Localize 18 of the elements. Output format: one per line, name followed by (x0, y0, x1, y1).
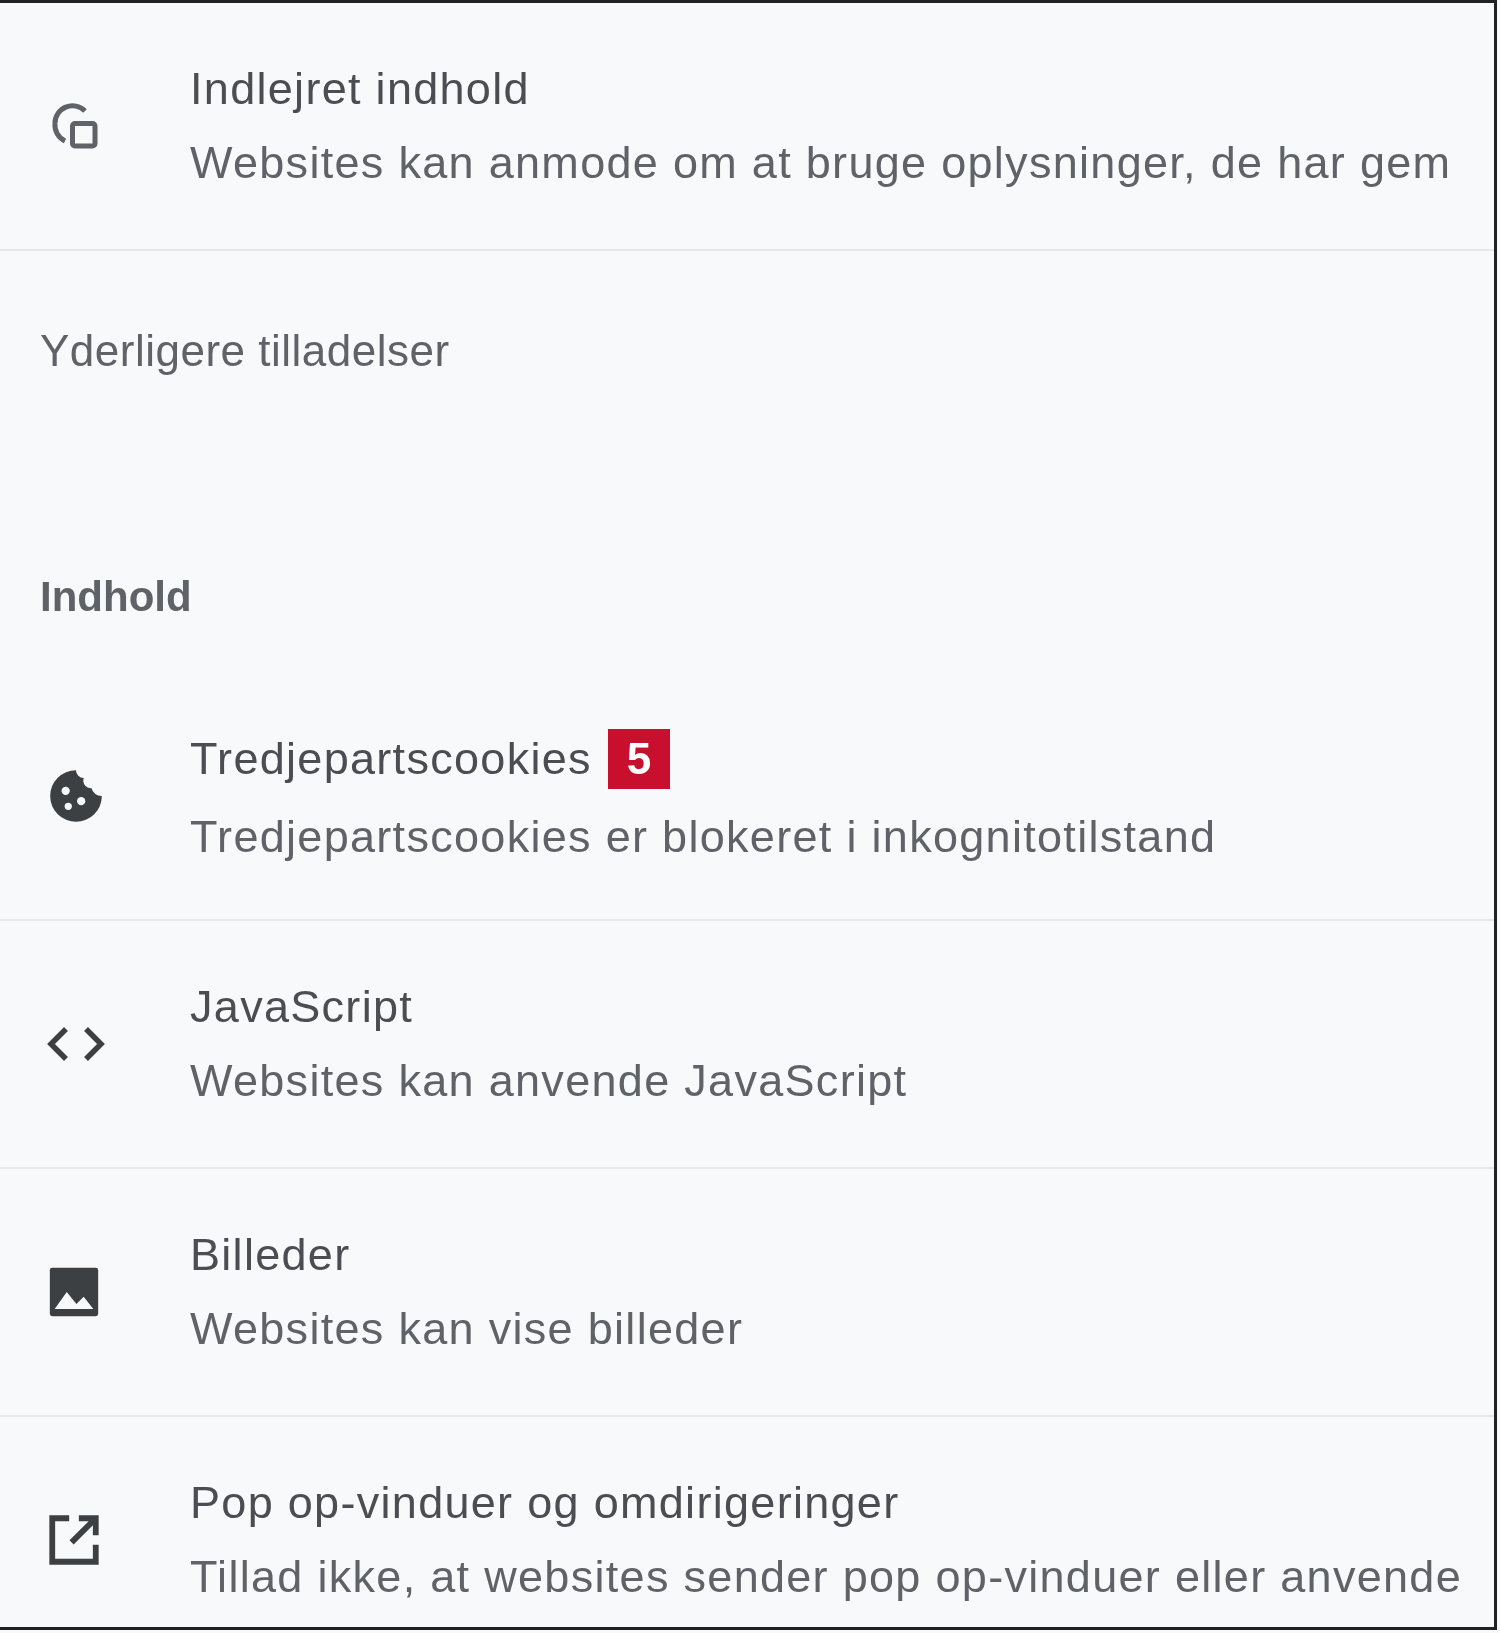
setting-description: Websites kan anvende JavaScript (190, 1055, 908, 1107)
setting-row[interactable]: JavaScript Websites kan anvende JavaScript (0, 921, 1494, 1169)
setting-title: Indlejret indhold (190, 63, 531, 115)
setting-row[interactable]: Pop op-vinduer og omdirigeringer Tillad ikke, at websites sender pop op-vinduer eller anvende (0, 1417, 1494, 1627)
setting-title: Pop op-vinduer og omdirigeringer (190, 1477, 900, 1529)
setting-row[interactable]: Indlejret indhold Websites kan anmode om at bruge oplysninger, de har gem (0, 3, 1494, 251)
setting-description: Websites kan vise billeder (190, 1303, 744, 1355)
setting-description: Websites kan anmode om at bruge oplysninger, de har gem (190, 137, 1452, 189)
step-badge: 5 (607, 729, 670, 789)
section-heading: Indhold (40, 573, 192, 620)
setting-description: Tredjepartscookies er blokeret i inkognitotilstand (190, 811, 1217, 863)
section-link[interactable]: Yderligere tilladelser (40, 326, 450, 376)
setting-title: Billeder (190, 1229, 351, 1281)
setting-description: Tillad ikke, at websites sender pop op-vinduer eller anvende (190, 1551, 1462, 1603)
setting-title: JavaScript (190, 981, 414, 1033)
setting-title: Tredjepartscookies (190, 733, 592, 785)
setting-row[interactable]: Tredjepartscookies 5 Tredjepartscookies er blokeret i inkognitotilstand (0, 673, 1494, 921)
setting-row[interactable]: Billeder Websites kan vise billeder (0, 1169, 1494, 1417)
